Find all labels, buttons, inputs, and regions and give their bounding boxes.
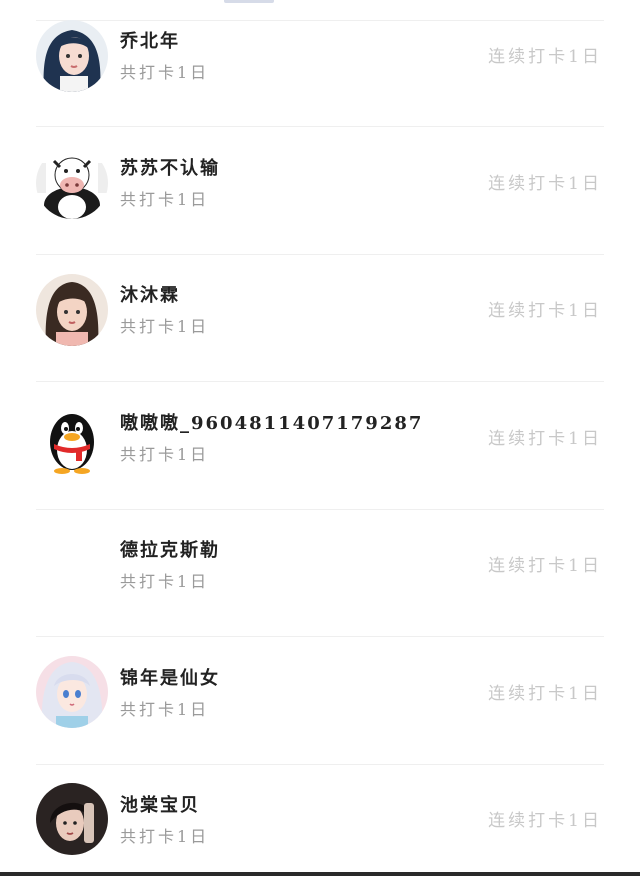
- girl-dark-blue-hair-avatar[interactable]: [36, 20, 108, 92]
- member-streak: 连续打卡1日: [488, 429, 602, 449]
- member-streak: 连续打卡1日: [488, 47, 602, 67]
- girl-portrait-avatar[interactable]: [36, 274, 108, 346]
- member-name: 池棠宝贝: [120, 795, 200, 816]
- anime-girl-avatar[interactable]: [36, 656, 108, 728]
- member-streak: 连续打卡1日: [488, 301, 602, 321]
- member-name: 沐沐霖: [120, 285, 180, 306]
- blank-avatar[interactable]: [36, 529, 108, 601]
- member-name: 乔北年: [120, 31, 180, 52]
- member-list: 乔北年 共打卡1日 连续打卡1日 苏苏不认输 共打卡1日 连续打卡1日 沐沐霖 …: [0, 0, 640, 876]
- member-total-checkins: 共打卡1日: [120, 63, 210, 82]
- list-item[interactable]: 苏苏不认输 共打卡1日 连续打卡1日: [0, 127, 640, 255]
- list-item[interactable]: 锦年是仙女 共打卡1日 连续打卡1日: [0, 637, 640, 765]
- member-total-checkins: 共打卡1日: [120, 317, 210, 336]
- member-streak: 连续打卡1日: [488, 811, 602, 831]
- member-name: 锦年是仙女: [120, 668, 220, 689]
- member-total-checkins: 共打卡1日: [120, 572, 210, 591]
- member-total-checkins: 共打卡1日: [120, 827, 210, 846]
- girl-dark-hair-avatar[interactable]: [36, 783, 108, 855]
- member-streak: 连续打卡1日: [488, 556, 602, 576]
- cow-costume-avatar[interactable]: [36, 147, 108, 219]
- list-item[interactable]: 乔北年 共打卡1日 连续打卡1日: [0, 0, 640, 128]
- member-total-checkins: 共打卡1日: [120, 445, 210, 464]
- member-streak: 连续打卡1日: [488, 174, 602, 194]
- bottom-edge: [0, 872, 640, 876]
- member-total-checkins: 共打卡1日: [120, 190, 210, 209]
- member-streak: 连续打卡1日: [488, 684, 602, 704]
- member-name: 嗷嗷嗷_9604811407179287: [120, 413, 424, 434]
- list-item[interactable]: 沐沐霖 共打卡1日 连续打卡1日: [0, 254, 640, 382]
- list-item[interactable]: 嗷嗷嗷_9604811407179287 共打卡1日 连续打卡1日: [0, 382, 640, 510]
- qq-penguin-avatar[interactable]: [36, 402, 108, 474]
- list-item[interactable]: 德拉克斯勒 共打卡1日 连续打卡1日: [0, 509, 640, 637]
- member-total-checkins: 共打卡1日: [120, 700, 210, 719]
- member-name: 德拉克斯勒: [120, 540, 220, 561]
- member-name: 苏苏不认输: [120, 158, 220, 179]
